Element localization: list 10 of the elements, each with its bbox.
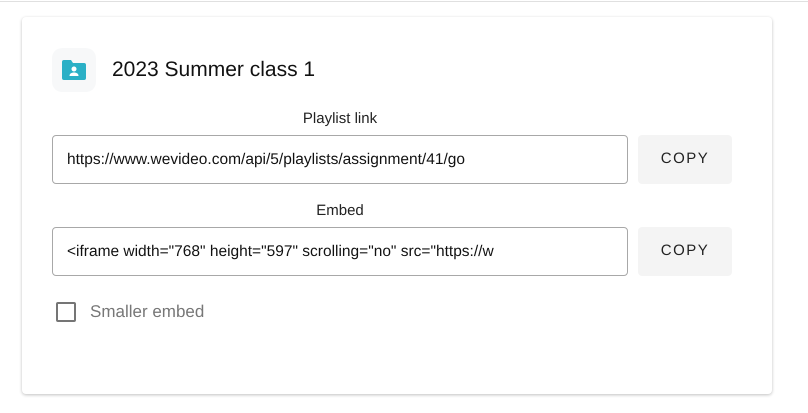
- folder-icon: [52, 48, 96, 92]
- field-label: Embed: [316, 202, 364, 219]
- copy-button[interactable]: COPY: [638, 227, 732, 276]
- checkbox-label: Smaller embed: [90, 301, 204, 323]
- copy-button[interactable]: COPY: [638, 135, 732, 184]
- text-field[interactable]: https://www.wevideo.com/api/5/playlists/assignment/41/go: [52, 135, 628, 184]
- card-title: 2023 Summer class 1: [112, 57, 316, 84]
- field-label: Playlist link: [302, 110, 378, 127]
- checkbox[interactable]: [56, 302, 76, 322]
- text-field[interactable]: <iframe width="768" height="597" scrolling="no" src="https://w: [52, 227, 628, 276]
